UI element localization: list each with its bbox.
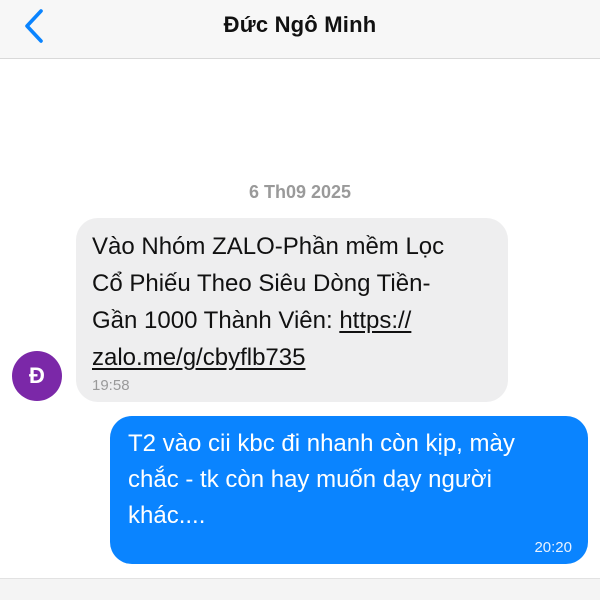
message-line: Vào Nhóm ZALO-Phần mềm Lọc [92, 233, 445, 260]
outgoing-message-text: T2 vào cii kbc đi nhanh còn kịp, mày chắ… [128, 426, 572, 534]
avatar-initial: Đ [29, 363, 45, 388]
message-link[interactable]: https:// [339, 307, 411, 334]
outgoing-message-bubble[interactable]: T2 vào cii kbc đi nhanh còn kịp, mày chắ… [110, 416, 588, 564]
message-line: chắc - tk còn hay muốn dạy người [128, 466, 492, 493]
composer-bar-partial [0, 578, 600, 600]
message-line: Gần 1000 Thành Viên: [92, 307, 340, 334]
message-timestamp: 20:20 [534, 539, 572, 556]
avatar[interactable]: Đ [12, 351, 62, 401]
message-line: T2 vào cii kbc đi nhanh còn kịp, mày [128, 430, 515, 457]
chat-screen: Đức Ngô Minh 6 Th09 2025 Vào Nhóm ZALO-P… [0, 0, 600, 600]
message-link[interactable]: zalo.me/g/cbyflb735 [92, 344, 305, 371]
date-separator: 6 Th09 2025 [248, 182, 352, 202]
message-line: khác.... [128, 502, 206, 529]
message-timestamp: 19:58 [92, 377, 130, 394]
incoming-message-bubble[interactable]: Vào Nhóm ZALO-Phần mềm Lọc Cổ Phiếu Theo… [76, 218, 508, 402]
contact-name[interactable]: Đức Ngô Minh [0, 12, 600, 38]
message-line: Cổ Phiếu Theo Siêu Dòng Tiền- [92, 270, 431, 297]
chat-header: Đức Ngô Minh [0, 0, 600, 59]
incoming-message-text: Vào Nhóm ZALO-Phần mềm Lọc Cổ Phiếu Theo… [92, 228, 492, 376]
